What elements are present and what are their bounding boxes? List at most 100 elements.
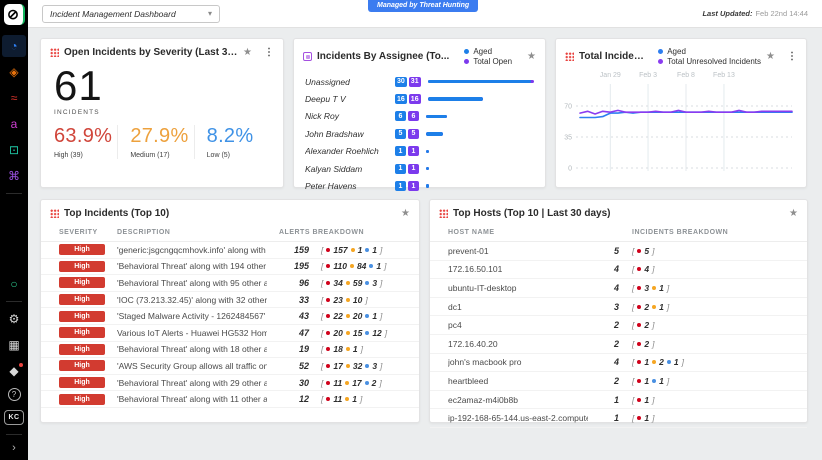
dashboard-gauge-icon[interactable]: ◔	[2, 35, 26, 57]
aged-bar	[428, 97, 483, 101]
host-row[interactable]: 172.16.40.202[2]	[430, 335, 807, 354]
breakdown-value: 1	[372, 311, 377, 321]
alerts-breakdown: [1]	[632, 395, 795, 405]
apps-grid-icon[interactable]: ▦	[2, 334, 26, 356]
kebab-menu-icon[interactable]: ⋮	[787, 51, 797, 62]
breakdown-dot-icon	[346, 298, 350, 302]
total-open-count-badge: 6	[408, 111, 419, 121]
breakdown-dot-icon	[326, 381, 330, 385]
incident-row[interactable]: High'Behavioral Threat' along with 194 o…	[41, 259, 419, 276]
settings-gear-icon[interactable]: ⚙	[2, 308, 26, 330]
breakdown-dot-icon	[326, 347, 330, 351]
svg-text:0: 0	[568, 166, 572, 173]
help-icon[interactable]: ?	[8, 388, 21, 401]
legend-label: Total Unresolved Incidents	[667, 57, 761, 66]
host-name: ec2amaz-m4i0b8b	[448, 395, 588, 405]
breakdown-dot-icon	[637, 305, 641, 309]
breakdown-value: 110	[333, 261, 347, 271]
alerts-breakdown: [201512]	[321, 328, 407, 338]
data-lake-icon[interactable]: a	[2, 113, 26, 135]
dashboard-selector[interactable]: Incident Management Dashboard ▾	[42, 5, 220, 23]
threat-analysis-icon[interactable]: ≈	[2, 87, 26, 109]
breakdown-dot-icon	[326, 264, 330, 268]
breakdown-value: 4	[644, 264, 649, 274]
endpoint-devices-icon[interactable]: ⊡	[2, 139, 26, 161]
bracket: ]	[380, 311, 382, 321]
protection-shield-icon[interactable]: ◈	[2, 61, 26, 83]
severity-stat: 8.2%Low (5)	[194, 125, 270, 159]
incident-row[interactable]: High'Behavioral Threat' along with 18 ot…	[41, 342, 419, 359]
incident-row[interactable]: High'IOC (73.213.32.45)' along with 32 o…	[41, 292, 419, 309]
whats-new-icon[interactable]: ◆	[2, 360, 26, 382]
breakdown-dot-icon	[346, 347, 350, 351]
assignee-name: John Bradshaw	[305, 129, 395, 139]
severity-badge: High	[59, 277, 105, 288]
breakdown-value: 20	[353, 311, 362, 321]
host-row[interactable]: 172.16.50.1014[4]	[430, 261, 807, 280]
incident-row[interactable]: High'Staged Malware Activity - 126248456…	[41, 308, 419, 325]
bracket: ]	[667, 376, 669, 386]
incident-row[interactable]: High'AWS Security Group allows all traff…	[41, 358, 419, 375]
host-row[interactable]: heartbleed2[11]	[430, 372, 807, 391]
bracket: ]	[667, 283, 669, 293]
legend-item: Total Unresolved Incidents	[658, 57, 761, 66]
breakdown-dot-icon	[365, 381, 369, 385]
incident-row[interactable]: High'Behavioral Threat' along with 29 ot…	[41, 375, 419, 392]
alerts-breakdown: [22201]	[321, 311, 407, 321]
bracket: ]	[652, 339, 654, 349]
alerts-breakdown: [181]	[321, 344, 407, 354]
total-incidents-card: Total Incidents AgedTotal Unresolved Inc…	[555, 38, 807, 188]
card-header: Top Incidents (Top 10) ★	[41, 200, 419, 223]
host-row[interactable]: pc42[2]	[430, 316, 807, 335]
alerts-breakdown: [111]	[321, 394, 407, 404]
incident-row[interactable]: HighVarious IoT Alerts - Huawei HG532 Ho…	[41, 325, 419, 342]
breakdown-dot-icon	[326, 397, 330, 401]
breakdown-value: 1	[644, 413, 649, 423]
assignee-row: Kalyan Siddam11	[305, 160, 534, 177]
sync-status-icon[interactable]: ○	[2, 273, 26, 295]
incident-total: 2	[601, 376, 619, 386]
favorite-star-icon[interactable]: ★	[527, 52, 536, 62]
breakdown-value: 1	[659, 376, 664, 386]
aged-count-badge: 30	[395, 77, 407, 87]
favorite-star-icon[interactable]: ★	[243, 48, 252, 58]
assignee-row: Nick Roy66	[305, 108, 534, 125]
breakdown-dot-icon	[346, 331, 350, 335]
host-row[interactable]: ip-192-168-65-144.us-east-2.compute.inte…	[430, 409, 807, 428]
host-row[interactable]: john's macbook pro4[121]	[430, 354, 807, 373]
incident-row[interactable]: High'Behavioral Threat' along with 11 ot…	[41, 391, 419, 408]
breakdown-value: 84	[357, 261, 366, 271]
breakdown-dot-icon	[326, 314, 330, 318]
favorite-star-icon[interactable]: ★	[766, 52, 775, 62]
favorite-star-icon[interactable]: ★	[789, 209, 798, 219]
bracket: ]	[380, 278, 382, 288]
sophos-logo[interactable]: ⊘	[4, 4, 25, 25]
alert-total: 12	[279, 394, 309, 404]
kebab-menu-icon[interactable]: ⋮	[264, 47, 274, 58]
breakdown-dot-icon	[351, 248, 355, 252]
breakdown-dot-icon	[365, 364, 369, 368]
breakdown-dot-icon	[346, 364, 350, 368]
svg-text:35: 35	[564, 135, 572, 142]
incident-description: 'Behavioral Threat' along with 95 other …	[117, 278, 267, 288]
favorite-star-icon[interactable]: ★	[401, 209, 410, 219]
host-row[interactable]: prevent-015[5]	[430, 242, 807, 261]
incident-row[interactable]: High 'Behavioral Threat' along with 95 ot…	[41, 275, 419, 292]
severity-badge: High	[59, 344, 105, 355]
incident-row[interactable]: High'generic:jsgcngqcmhovk.info' along w…	[41, 242, 419, 259]
host-row[interactable]: ubuntu-IT-desktop4[31]	[430, 279, 807, 298]
expand-sidebar-icon[interactable]: ›	[12, 442, 16, 454]
network-graph-icon[interactable]: ⌘	[2, 165, 26, 187]
breakdown-dot-icon	[365, 314, 369, 318]
incident-description: 'Staged Malware Activity - 1262484567' a…	[117, 311, 267, 321]
severity-percentage: 27.9%	[130, 125, 193, 148]
host-row[interactable]: dc13[21]	[430, 298, 807, 317]
bracket: [	[321, 328, 323, 338]
user-avatar[interactable]: KC	[4, 410, 23, 425]
host-name: 172.16.40.20	[448, 339, 588, 349]
chevron-down-icon: ▾	[208, 9, 212, 18]
legend-label: Aged	[667, 47, 686, 56]
host-name: dc1	[448, 302, 588, 312]
host-row[interactable]: ec2amaz-m4i0b8b1[1]	[430, 391, 807, 410]
incident-total: 2	[601, 320, 619, 330]
